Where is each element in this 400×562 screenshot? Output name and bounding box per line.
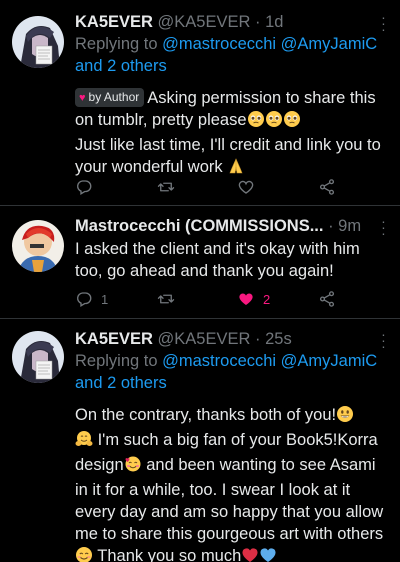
reply-button[interactable]	[75, 178, 101, 196]
reply-icon	[77, 292, 92, 307]
hugging-face-emoji	[75, 430, 93, 454]
heart-filled-icon	[239, 293, 253, 305]
share-button[interactable]	[318, 178, 336, 196]
grinning-face-emoji	[336, 405, 354, 429]
tweet-actions	[75, 178, 345, 198]
avatar[interactable]	[12, 16, 64, 68]
display-name[interactable]: Mastrocecchi (COMMISSIONS...	[75, 217, 323, 235]
share-button[interactable]	[318, 290, 336, 308]
author-badge: ♥ by Author	[75, 88, 145, 107]
replying-to-mentions[interactable]: @mastrocecchi @AmyJamiC	[162, 352, 377, 370]
tweet-3[interactable]: KA5EVER @KA5EVER · 25s Replying to @mast…	[0, 319, 400, 562]
tweet-header: Mastrocecchi (COMMISSIONS... · 9m	[75, 215, 386, 237]
pleading-face-emoji	[247, 110, 265, 134]
timestamp[interactable]: 9m	[338, 217, 361, 235]
heart-icon: ♥	[79, 92, 86, 104]
pleading-face-emoji	[265, 110, 283, 134]
like-button[interactable]: 2	[237, 290, 270, 308]
retweet-button[interactable]	[157, 290, 183, 308]
tweet-text: On the contrary, thanks both of you! I'm…	[75, 404, 386, 562]
replying-to-label: Replying to	[75, 35, 163, 53]
timestamp[interactable]: 25s	[265, 330, 292, 348]
replying-to: Replying to @mastrocecchi @AmyJamiC and …	[75, 33, 386, 77]
replying-to-label: Replying to	[75, 352, 163, 370]
handle[interactable]: @KA5EVER	[158, 13, 251, 31]
timestamp[interactable]: 1d	[265, 13, 283, 31]
tweet-actions: 1 2	[75, 290, 345, 310]
retweet-icon	[157, 182, 175, 192]
tweet-text-part: On the contrary, thanks both of you!	[75, 406, 337, 424]
share-icon	[319, 179, 335, 195]
separator: ·	[255, 13, 261, 31]
reply-count: 1	[101, 291, 109, 307]
more-icon[interactable]: · · ·	[380, 327, 386, 353]
reply-button[interactable]: 1	[75, 290, 108, 308]
tweet-1[interactable]: KA5EVER @KA5EVER · 1d Replying to @mastr…	[0, 0, 400, 200]
tweet-text: I asked the client and it's okay with hi…	[75, 240, 360, 280]
more-icon[interactable]: · · ·	[380, 10, 386, 36]
avatar[interactable]	[12, 331, 64, 383]
reply-icon	[77, 180, 92, 195]
replying-to: Replying to @mastrocecchi @AmyJamiC and …	[75, 350, 386, 394]
retweet-icon	[157, 294, 175, 304]
tweet-header: KA5EVER @KA5EVER · 1d	[75, 11, 386, 33]
pleading-face-emoji	[283, 110, 301, 134]
like-count: 2	[263, 291, 271, 307]
replying-to-others[interactable]: and 2 others	[75, 57, 167, 75]
tweet-2[interactable]: Mastrocecchi (COMMISSIONS... · 9m I aske…	[0, 206, 400, 318]
share-icon	[319, 291, 335, 307]
display-name[interactable]: KA5EVER	[75, 330, 153, 348]
like-button[interactable]	[237, 178, 263, 196]
red-heart-emoji	[241, 546, 259, 562]
retweet-button[interactable]	[157, 178, 183, 196]
handle[interactable]: @KA5EVER	[158, 330, 251, 348]
separator: ·	[328, 217, 334, 235]
tweet-text: ♥ by Author Asking permission to share thi…	[75, 87, 386, 181]
more-icon[interactable]: · · ·	[380, 214, 386, 240]
replying-to-others[interactable]: and 2 others	[75, 374, 167, 392]
heart-icon	[238, 180, 254, 194]
separator: ·	[255, 330, 261, 348]
smiling-face-with-hearts-emoji	[124, 455, 142, 479]
tweet-text-part: Thank you so much	[97, 547, 242, 562]
avatar[interactable]	[12, 220, 64, 272]
display-name[interactable]: KA5EVER	[75, 13, 153, 31]
replying-to-mentions[interactable]: @mastrocecchi @AmyJamiC	[162, 35, 377, 53]
smiling-face-emoji	[75, 546, 93, 562]
tweet-header: KA5EVER @KA5EVER · 25s	[75, 328, 386, 350]
blue-heart-emoji	[259, 546, 277, 562]
